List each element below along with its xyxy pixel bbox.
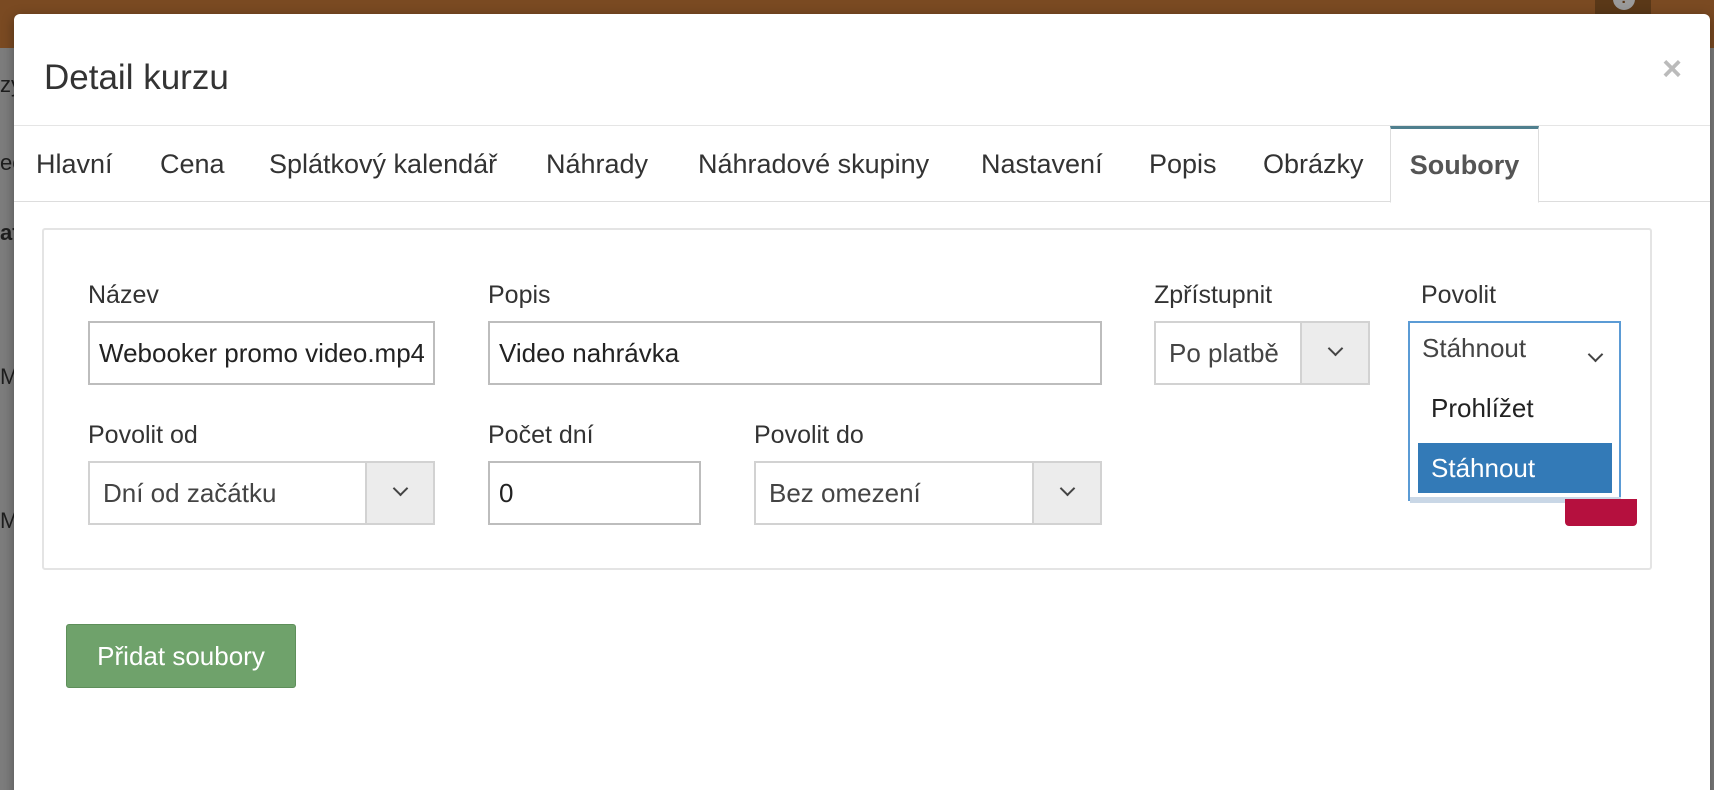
name-label: Název (88, 281, 159, 309)
delete-button[interactable] (1565, 499, 1637, 526)
chevron-down-icon (392, 480, 409, 497)
close-icon[interactable]: × (1662, 52, 1682, 86)
tab-soubory[interactable]: Soubory (1390, 126, 1539, 203)
chevron-down-icon (1059, 480, 1076, 497)
description-input[interactable] (488, 321, 1102, 385)
tab-nastaveni[interactable]: Nastavení (981, 126, 1103, 202)
allow-until-select-value: Bez omezení (769, 478, 921, 508)
help-icon: ? (1613, 0, 1635, 10)
chevron-down-icon (1327, 340, 1344, 357)
chevron-down-icon (1587, 346, 1604, 363)
allow-until-label: Povolit do (754, 421, 864, 449)
allow-select-open[interactable]: Stáhnout Prohlížet Stáhnout (1408, 321, 1621, 501)
access-select-toggle[interactable] (1300, 323, 1368, 383)
tab-splatkovy-kalendar[interactable]: Splátkový kalendář (269, 126, 497, 202)
allow-from-select-toggle[interactable] (365, 463, 433, 523)
day-count-label: Počet dní (488, 421, 594, 449)
allow-from-select[interactable]: Dní od začátku (88, 461, 435, 525)
tab-nahradove-skupiny[interactable]: Náhradové skupiny (698, 126, 929, 202)
modal-title: Detail kurzu (44, 58, 229, 97)
add-files-button[interactable]: Přidat soubory (66, 624, 296, 688)
option-stahnout[interactable]: Stáhnout (1418, 443, 1612, 493)
allow-from-select-value: Dní od začátku (103, 478, 277, 508)
allow-from-label: Povolit od (88, 421, 198, 449)
tab-popis[interactable]: Popis (1149, 126, 1217, 202)
tab-obrazky[interactable]: Obrázky (1263, 126, 1364, 202)
allow-until-select-toggle[interactable] (1032, 463, 1100, 523)
allow-label: Povolit (1421, 281, 1497, 309)
allow-select-value: Stáhnout (1422, 333, 1527, 363)
tab-cena[interactable]: Cena (160, 126, 225, 202)
access-select-value: Po platbě (1169, 338, 1279, 368)
access-select[interactable]: Po platbě (1154, 321, 1370, 385)
tab-bar: Hlavní Cena Splátkový kalendář Náhrady N… (14, 126, 1710, 203)
modal-header: Detail kurzu × (14, 14, 1710, 126)
tab-hlavni[interactable]: Hlavní (36, 126, 113, 202)
option-prohlizet[interactable]: Prohlížet (1418, 383, 1612, 433)
day-count-input[interactable] (488, 461, 701, 525)
access-label: Zpřístupnit (1154, 281, 1273, 309)
description-label: Popis (488, 281, 551, 309)
allow-until-select[interactable]: Bez omezení (754, 461, 1102, 525)
name-input[interactable] (88, 321, 435, 385)
tab-nahrady[interactable]: Náhrady (546, 126, 648, 202)
